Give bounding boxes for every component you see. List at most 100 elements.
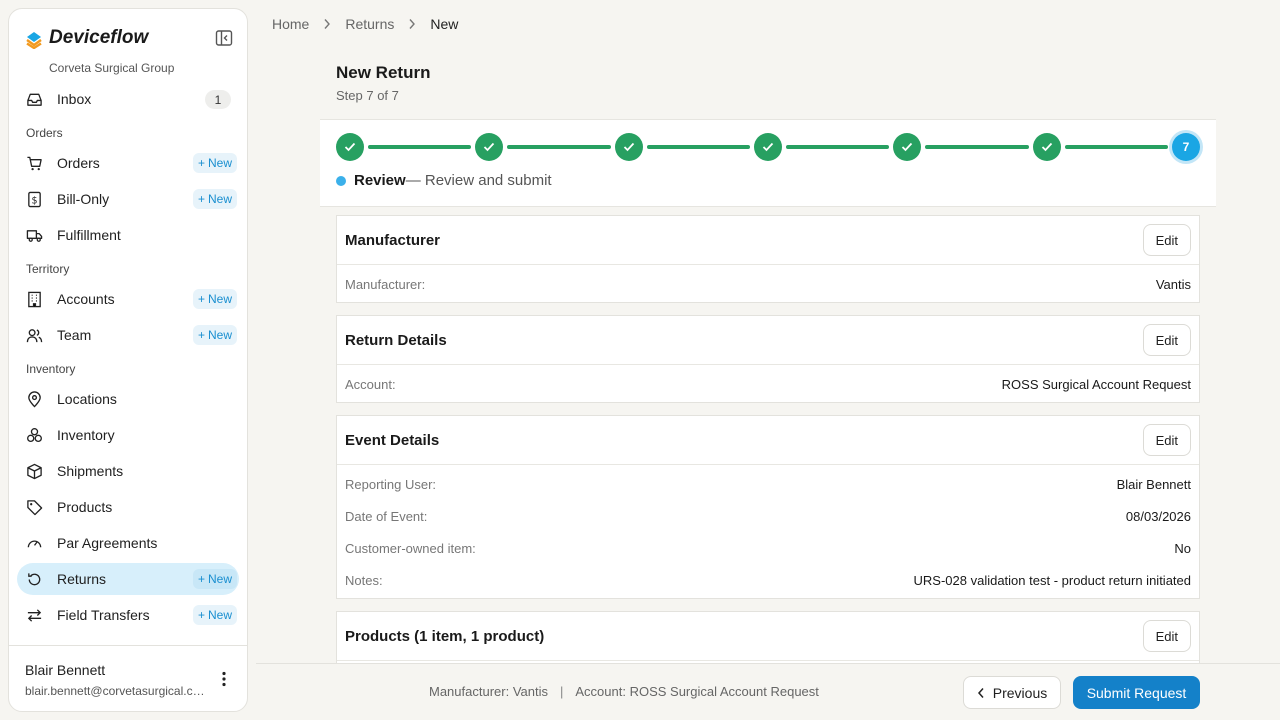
- user-name: Blair Bennett: [25, 662, 106, 678]
- sidebar-item-field-transfers[interactable]: Field Transfers + New: [17, 599, 239, 631]
- sidebar-item-returns[interactable]: Returns + New: [17, 563, 239, 595]
- new-field-transfer-button[interactable]: + New: [192, 605, 237, 625]
- section-title: Return Details: [345, 331, 447, 349]
- inbox-count-badge: 1: [205, 90, 231, 109]
- section-title: Manufacturer: [345, 231, 441, 249]
- sidebar-item-label: Field Transfers: [57, 607, 150, 623]
- deviceflow-logo-icon: [26, 32, 42, 49]
- sidebar-item-label: Locations: [57, 391, 117, 407]
- chevron-right-icon: [408, 18, 416, 30]
- gauge-icon: [25, 534, 43, 552]
- new-account-button[interactable]: + New: [192, 289, 237, 309]
- previous-button[interactable]: Previous: [963, 676, 1061, 709]
- detail-label: Reporting User:: [345, 476, 437, 492]
- new-team-member-button[interactable]: + New: [192, 325, 237, 345]
- edit-return-details-button[interactable]: Edit: [1142, 324, 1191, 356]
- breadcrumb-home[interactable]: Home: [272, 16, 309, 32]
- sidebar-item-shipments[interactable]: Shipments: [17, 455, 239, 487]
- sidebar-item-inventory[interactable]: Inventory: [17, 419, 239, 451]
- step-connector: [507, 145, 611, 149]
- sidebar-nav: Inbox 1 Orders Orders + New $ Bill-Only +…: [17, 83, 239, 635]
- step-complete-check-icon: [336, 133, 364, 161]
- collapse-sidebar-button[interactable]: [213, 27, 235, 49]
- section-title: Products (1 item, 1 product): [345, 627, 545, 645]
- products-section: Products (1 item, 1 product) Edit: [336, 611, 1200, 663]
- breadcrumb-new: New: [430, 16, 459, 32]
- edit-event-details-button[interactable]: Edit: [1142, 424, 1191, 456]
- current-step-description: — Review and submit: [405, 172, 552, 189]
- section-header: Products (1 item, 1 product) Edit: [337, 612, 1199, 661]
- organization-name: Corveta Surgical Group: [49, 61, 175, 75]
- current-step-number: 7: [1172, 133, 1200, 161]
- step-connector: [925, 145, 1029, 149]
- arrows-left-right-icon: [25, 606, 43, 624]
- footer-summary: Manufacturer: Vantis | Account: ROSS Sur…: [429, 684, 819, 699]
- detail-label: Customer-owned item:: [345, 540, 476, 556]
- section-header: Manufacturer Edit: [337, 216, 1199, 265]
- sidebar-item-label: Inventory: [57, 427, 115, 443]
- sidebar-item-products[interactable]: Products: [17, 491, 239, 523]
- plus-icon: +: [197, 608, 205, 622]
- nav-section-territory: Territory: [26, 262, 70, 276]
- tag-icon: [25, 498, 43, 516]
- section-header: Event Details Edit: [337, 416, 1199, 465]
- cart-icon: [25, 154, 43, 172]
- brand-name: Deviceflow: [49, 27, 149, 48]
- sidebar-item-label: Products: [57, 499, 113, 515]
- sidebar-item-label: Orders: [57, 155, 100, 171]
- plus-icon: +: [197, 292, 205, 306]
- svg-text:$: $: [31, 195, 37, 206]
- detail-value: Vantis: [1155, 276, 1191, 292]
- rotate-ccw-icon: [25, 570, 43, 588]
- chevron-right-icon: [323, 18, 331, 30]
- sidebar-item-fulfillment[interactable]: Fulfillment: [17, 219, 239, 251]
- sidebar-item-accounts[interactable]: Accounts + New: [17, 283, 239, 315]
- new-return-button[interactable]: + New: [192, 569, 237, 589]
- building-icon: [25, 290, 43, 308]
- new-bill-only-button[interactable]: + New: [192, 189, 237, 209]
- edit-manufacturer-button[interactable]: Edit: [1142, 224, 1191, 256]
- wizard-footer: Manufacturer: Vantis | Account: ROSS Sur…: [256, 663, 1280, 720]
- current-step-name: Review: [354, 172, 406, 189]
- sidebar-item-bill-only[interactable]: $ Bill-Only + New: [17, 183, 239, 215]
- step-connector: [368, 145, 472, 149]
- sidebar-item-team[interactable]: Team + New: [17, 319, 239, 351]
- user-menu-button[interactable]: [213, 668, 235, 690]
- edit-products-button[interactable]: Edit: [1142, 620, 1191, 652]
- step-complete-check-icon: [893, 133, 922, 161]
- sidebar-item-locations[interactable]: Locations: [17, 383, 239, 415]
- sidebar-item-label: Team: [57, 327, 92, 343]
- sidebar-item-label: Accounts: [57, 291, 115, 307]
- submit-request-button[interactable]: Submit Request: [1073, 676, 1200, 709]
- detail-label: Account:: [345, 376, 396, 392]
- sidebar-item-label: Shipments: [57, 463, 124, 479]
- invoice-dollar-icon: $: [25, 190, 43, 208]
- footer-account: Account: ROSS Surgical Account Request: [575, 684, 819, 699]
- footer-separator: |: [559, 684, 564, 699]
- review-content: Manufacturer Edit Manufacturer: Vantis R…: [336, 215, 1200, 663]
- page-title: New Return: [336, 63, 431, 82]
- sidebar-item-par-agreements[interactable]: Par Agreements: [17, 527, 239, 559]
- sidebar-item-orders[interactable]: Orders + New: [17, 147, 239, 179]
- breadcrumb-returns[interactable]: Returns: [345, 16, 394, 32]
- detail-value: No: [1174, 540, 1191, 556]
- sidebar-item-label: Returns: [57, 571, 107, 587]
- current-step-dot: [336, 175, 346, 186]
- step-complete-check-icon: [1032, 133, 1061, 161]
- sidebar: Deviceflow Corveta Surgical Group Inbox …: [8, 8, 248, 712]
- more-vertical-icon: [222, 671, 226, 687]
- boxes-icon: [25, 426, 43, 444]
- user-email: blair.bennett@corvetasurgical.com: [25, 684, 209, 698]
- new-order-button[interactable]: + New: [192, 153, 237, 173]
- detail-value: URS-028 validation test - product return…: [913, 572, 1191, 588]
- sidebar-item-label: Bill-Only: [57, 191, 110, 207]
- breadcrumb: Home Returns New: [272, 14, 458, 34]
- detail-row: Account: ROSS Surgical Account Request: [337, 368, 1199, 400]
- manufacturer-section: Manufacturer Edit Manufacturer: Vantis: [336, 215, 1200, 303]
- step-connector: [646, 145, 750, 149]
- plus-icon: +: [197, 572, 205, 586]
- chevron-left-icon: [977, 687, 984, 698]
- previous-label: Previous: [992, 684, 1048, 701]
- truck-icon: [25, 226, 43, 244]
- sidebar-item-inbox[interactable]: Inbox 1: [17, 83, 239, 115]
